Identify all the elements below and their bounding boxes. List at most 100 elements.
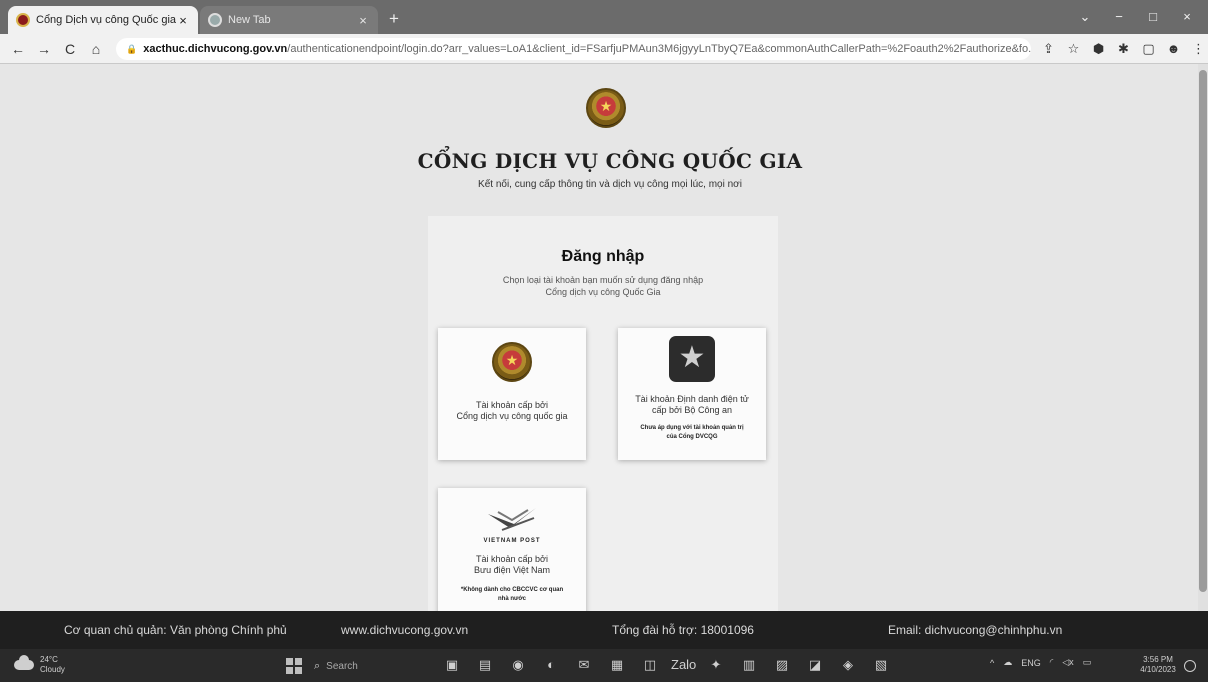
site-title: CỔNG DỊCH VỤ CÔNG QUỐC GIA <box>417 149 803 173</box>
side-panel-icon[interactable]: ▢ <box>1140 39 1157 59</box>
tab-title: Cổng Dịch vụ công Quốc gia <box>36 14 176 26</box>
new-tab-favicon-icon <box>208 13 222 27</box>
footer-website-link[interactable]: www.dichvucong.gov.vn <box>341 623 468 637</box>
footer-email-link[interactable]: Email: dichvucong@chinhphu.vn <box>888 623 1062 637</box>
login-description-line: Chọn loại tài khoản bạn muốn sử dụng đăn… <box>502 275 704 285</box>
store-app-icon[interactable]: ▦ <box>605 655 629 675</box>
label-line: cấp bởi Bộ Công an <box>652 405 732 415</box>
login-description: Chọn loại tài khoản bạn muốn sử dụng đăn… <box>468 274 738 298</box>
login-option-label: Tài khoản cấp bởi Bưu điện Việt Nam <box>444 554 580 576</box>
site-subtitle: Kết nối, cung cấp thông tin và dịch vụ c… <box>478 179 742 190</box>
tab-dichvucong[interactable]: Cổng Dịch vụ công Quốc gia × <box>8 6 198 34</box>
label-line: Cổng dịch vụ công quốc gia <box>456 411 568 421</box>
login-panel: Đăng nhập Chọn loại tài khoản bạn muốn s… <box>428 216 778 611</box>
extension-icon[interactable]: ⬢ <box>1090 39 1107 59</box>
login-option-national-portal[interactable]: Tài khoản cấp bởi Cổng dịch vụ công quốc… <box>438 328 586 460</box>
system-clock[interactable]: 3:56 PM 4/10/2023 <box>1136 655 1180 675</box>
police-badge-icon <box>669 336 715 382</box>
system-tray: ^ ☁ ENG ◜ ◁x ▭ <box>990 657 1091 668</box>
window-controls: ⌄ − □ × <box>1070 6 1202 28</box>
mail-app-icon[interactable]: ✉ <box>572 655 596 675</box>
language-indicator[interactable]: ENG <box>1021 658 1041 668</box>
app-icon[interactable]: ◪ <box>803 655 827 675</box>
note-line: của Cổng DVCQG <box>666 434 718 440</box>
file-explorer-icon[interactable]: ◫ <box>638 655 662 675</box>
app-icon[interactable]: ▥ <box>737 655 761 675</box>
tab-new-tab[interactable]: New Tab × <box>200 6 378 34</box>
national-emblem-favicon-icon <box>16 13 30 27</box>
app-icon[interactable]: ✦ <box>704 655 728 675</box>
lock-icon: 🔒 <box>126 43 138 54</box>
edge-browser-icon[interactable]: ◐ <box>539 655 563 675</box>
login-option-note: Chưa áp dụng với tài khoản quản trị của … <box>626 424 758 442</box>
tab-close-icon[interactable]: × <box>356 13 370 28</box>
search-icon: ⌕ <box>314 659 321 672</box>
login-option-vneid[interactable]: Tài khoản Định danh điện tử cấp bởi Bộ C… <box>618 328 766 460</box>
app-icon[interactable]: ▧ <box>869 655 893 675</box>
vietnam-post-logo-icon <box>488 508 536 531</box>
url-path: /authenticationendpoint/login.do?arr_val… <box>287 43 1031 55</box>
page-viewport: CỔNG DỊCH VỤ CÔNG QUỐC GIA Kết nối, cung… <box>0 64 1208 611</box>
national-emblem-logo-icon <box>586 88 626 128</box>
toolbar-icons: ⇪ ☆ ⬢ ✱ ▢ ☻ ⋮ <box>1040 39 1207 59</box>
bookmark-star-icon[interactable]: ☆ <box>1065 39 1082 59</box>
page-scrollbar[interactable] <box>1198 64 1208 611</box>
national-emblem-icon <box>492 342 532 382</box>
notification-icon[interactable] <box>1184 660 1196 672</box>
label-line: Tài khoản cấp bởi <box>476 554 548 564</box>
label-line: Tài khoản cấp bởi <box>476 400 548 410</box>
share-icon[interactable]: ⇪ <box>1040 39 1057 59</box>
reload-button[interactable]: C <box>60 39 80 59</box>
footer-hotline: Tổng đài hỗ trợ: 18001096 <box>612 623 754 637</box>
login-option-label: Tài khoản cấp bởi Cổng dịch vụ công quốc… <box>444 400 580 422</box>
login-option-vietnam-post[interactable]: VIETNAM POST Tài khoản cấp bởi Bưu điện … <box>438 488 586 611</box>
browser-tab-strip: Cổng Dịch vụ công Quốc gia × New Tab × +… <box>0 0 1208 34</box>
windows-start-icon[interactable] <box>286 658 302 674</box>
close-window-button[interactable]: × <box>1172 6 1202 28</box>
os-taskbar: 24°C Cloudy ⌕ Search ▣ ▤ ◉ ◐ ✉ ▦ ◫ Zalo … <box>0 649 1208 682</box>
scrollbar-thumb[interactable] <box>1199 70 1207 592</box>
login-option-label: Tài khoản Định danh điện tử cấp bởi Bộ C… <box>624 394 760 416</box>
home-button[interactable]: ⌂ <box>86 39 106 59</box>
weather-widget[interactable]: 24°C Cloudy <box>14 655 65 675</box>
app-icon[interactable]: ▨ <box>770 655 794 675</box>
tab-search-icon[interactable]: ⌄ <box>1070 6 1100 28</box>
forward-button[interactable]: → <box>34 39 54 59</box>
weather-desc: Cloudy <box>40 665 65 674</box>
browser-menu-icon[interactable]: ⋮ <box>1190 39 1207 59</box>
login-option-note: *Không dành cho CBCCVC cơ quan nhà nước <box>446 586 578 604</box>
clock-time: 3:56 PM <box>1143 655 1173 664</box>
task-view-icon[interactable]: ▣ <box>440 655 464 675</box>
chrome-browser-icon[interactable]: ◈ <box>836 655 860 675</box>
url-host: xacthuc.dichvucong.gov.vn <box>143 43 288 55</box>
puzzle-extensions-icon[interactable]: ✱ <box>1115 39 1132 59</box>
tab-close-icon[interactable]: × <box>176 13 190 28</box>
weather-temp: 24°C <box>40 655 58 664</box>
show-hidden-icons-icon[interactable]: ^ <box>990 658 994 668</box>
widgets-icon[interactable]: ▤ <box>473 655 497 675</box>
profile-avatar-icon[interactable]: ☻ <box>1165 39 1182 59</box>
volume-muted-icon[interactable]: ◁x <box>1062 657 1073 668</box>
note-line: nhà nước <box>498 596 526 602</box>
label-line: Tài khoản Định danh điện tử <box>635 394 749 404</box>
weather-text: 24°C Cloudy <box>40 655 65 675</box>
clock-date: 4/10/2023 <box>1140 665 1176 674</box>
back-button[interactable]: ← <box>8 39 28 59</box>
footer-agency: Cơ quan chủ quản: Văn phòng Chính phủ <box>64 623 287 637</box>
address-bar[interactable]: 🔒 xacthuc.dichvucong.gov.vn /authenticat… <box>116 38 1031 60</box>
onedrive-icon[interactable]: ☁ <box>1003 657 1012 668</box>
label-line: Bưu điện Việt Nam <box>474 565 550 575</box>
login-heading: Đăng nhập <box>561 248 645 265</box>
zalo-app-icon[interactable]: Zalo <box>671 655 696 675</box>
wifi-icon[interactable]: ◜ <box>1050 657 1054 668</box>
minimize-button[interactable]: − <box>1104 6 1134 28</box>
battery-icon[interactable]: ▭ <box>1083 657 1092 668</box>
taskbar-search[interactable]: ⌕ Search <box>314 656 424 676</box>
browser-toolbar: ← → C ⌂ 🔒 xacthuc.dichvucong.gov.vn /aut… <box>0 34 1208 64</box>
camera-app-icon[interactable]: ◉ <box>506 655 530 675</box>
new-tab-button[interactable]: + <box>384 9 404 29</box>
note-line: *Không dành cho CBCCVC cơ quan <box>460 587 564 593</box>
login-description-line: Cổng dịch vụ công Quốc Gia <box>545 287 661 297</box>
note-line: Chưa áp dụng với tài khoản quản trị <box>640 425 744 431</box>
maximize-button[interactable]: □ <box>1138 6 1168 28</box>
